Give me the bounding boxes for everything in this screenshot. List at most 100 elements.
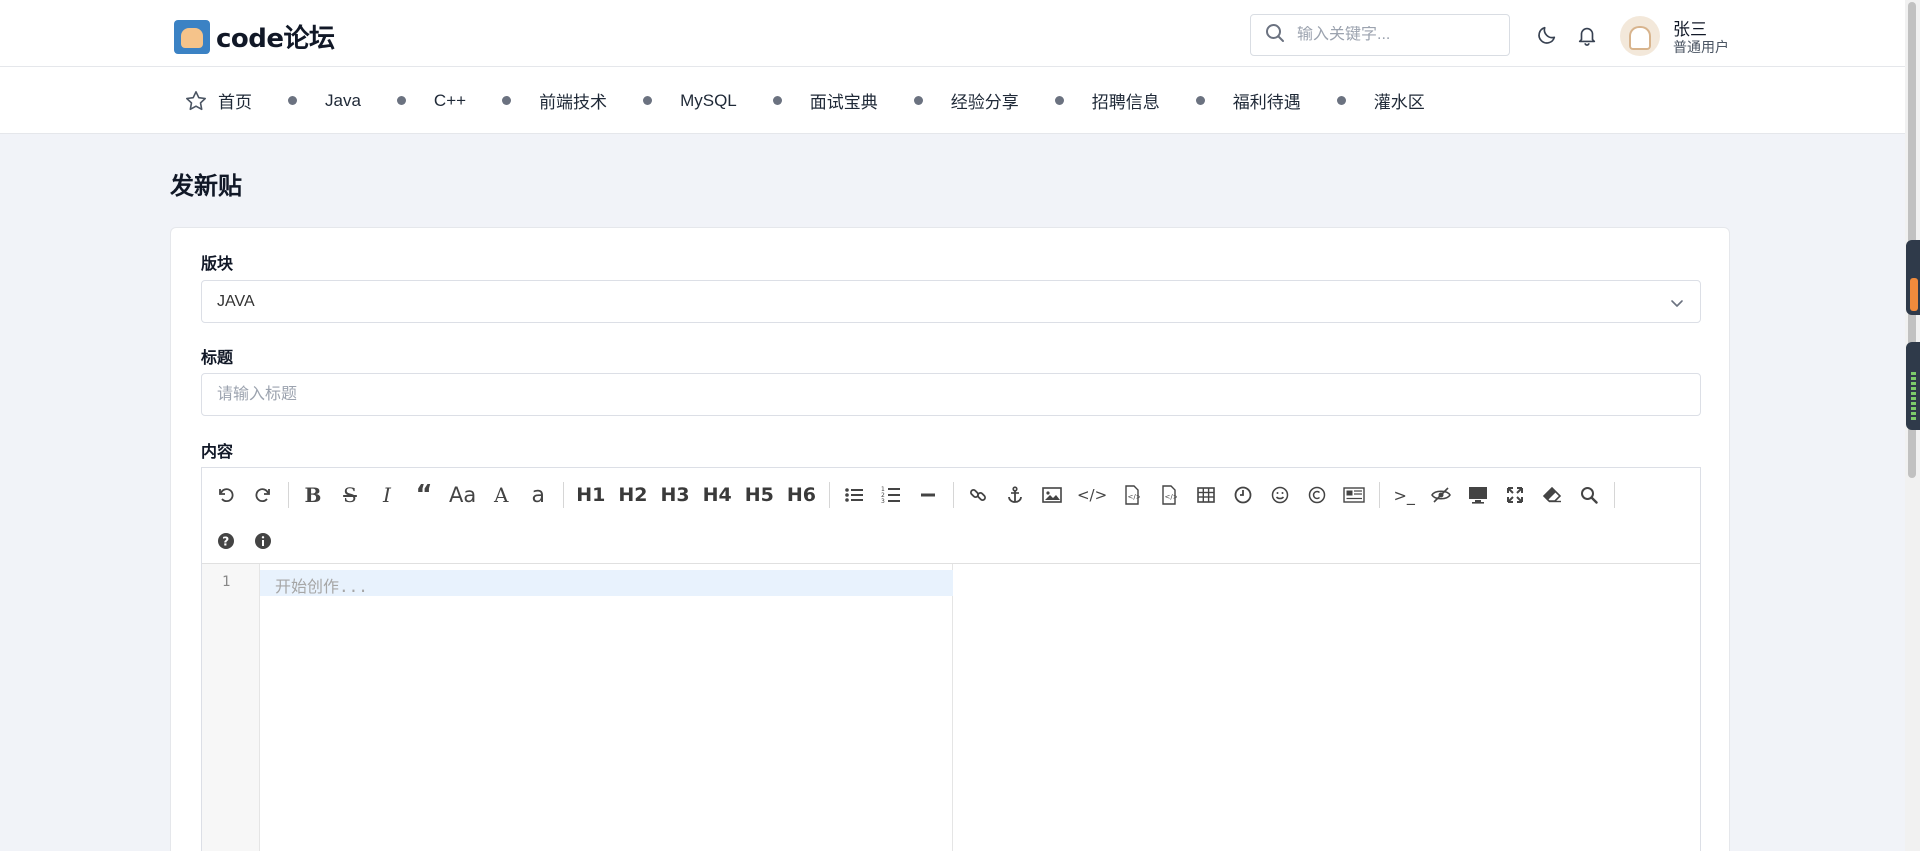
search-input[interactable] [1297,26,1497,44]
bullet-dot-icon [1336,96,1346,105]
editor-input-pane[interactable]: 开始创作... [260,564,953,851]
ordered-list-icon[interactable]: 123 [875,479,907,511]
pagebreak-icon[interactable] [1338,479,1370,511]
category-nav: 首页 Java C++ 前端技术 MySQL 面试宝典 经验分享 招聘信息 福利… [0,67,1905,134]
nav-item-benefits[interactable]: 福利待遇 [1195,88,1301,113]
toolbar-divider [828,482,830,508]
side-widget-meter[interactable] [1906,342,1920,430]
anchor-icon[interactable] [999,479,1031,511]
fullscreen-icon[interactable] [1499,479,1531,511]
toolbar-divider [952,482,954,508]
toolbar-divider [288,482,289,508]
bold-icon[interactable]: B [297,479,329,511]
redo-icon[interactable] [247,479,279,511]
bullet-dot-icon [643,96,653,105]
site-logo[interactable]: code论坛 [174,18,335,55]
line-number-gutter: 1 [202,564,260,851]
nav-item-home[interactable]: 首页 [184,88,252,113]
quote-icon[interactable]: “ [408,479,440,511]
emoji-icon[interactable] [1264,479,1296,511]
lowercase-icon[interactable]: a [522,479,554,511]
svg-text:</>: </> [1165,493,1178,501]
inline-code-icon[interactable]: </> [1073,479,1111,511]
editor-preview-pane [954,564,1700,851]
logo-text: code论坛 [216,24,335,54]
nav-item-label: 首页 [218,93,252,112]
markdown-editor: B S I “ Aa A a H1 H2 H3 H4 H5 H6 123 </>… [201,467,1701,851]
unordered-list-icon[interactable] [838,479,870,511]
uppercase-icon[interactable]: Aa [445,479,480,511]
board-select-value: JAVA [217,292,255,310]
search-icon[interactable] [1573,479,1605,511]
side-widget-panel[interactable] [1906,240,1920,315]
h1-button[interactable]: H1 [572,479,609,511]
title-label: 标题 [201,350,234,367]
nav-item-label: 招聘信息 [1091,93,1160,112]
nav-item-jobs[interactable]: 招聘信息 [1054,88,1160,113]
nav-item-mysql[interactable]: MySQL [643,91,737,111]
svg-text:3: 3 [881,498,885,505]
undo-icon[interactable] [210,479,242,511]
search-box[interactable] [1250,14,1510,56]
html-entities-icon[interactable] [1301,479,1333,511]
nav-item-frontend[interactable]: 前端技术 [502,88,607,113]
chevron-down-icon [1669,295,1685,316]
code-block-icon[interactable]: </> [1116,479,1148,511]
italic-icon[interactable]: I [371,479,403,511]
nav-item-java[interactable]: Java [288,91,361,111]
info-icon[interactable] [247,525,279,557]
h6-button[interactable]: H6 [783,479,820,511]
top-header: code论坛 张三 普通用户 [0,0,1905,67]
editor-placeholder: 开始创作... [275,577,368,596]
h2-button[interactable]: H2 [614,479,651,511]
bullet-dot-icon [913,96,923,105]
page-title: 发新贴 [170,173,242,200]
goto-line-icon[interactable]: >_ [1388,479,1420,511]
uppercase-first-icon[interactable]: A [485,479,517,511]
user-role: 普通用户 [1673,39,1729,55]
horizontal-rule-icon[interactable] [912,479,944,511]
bullet-dot-icon [288,96,297,105]
nav-item-label: Java [325,90,361,110]
content-label: 内容 [201,444,234,461]
nav-item-label: C++ [433,90,467,110]
nav-item-experience[interactable]: 经验分享 [913,88,1019,113]
bullet-dot-icon [1195,96,1205,105]
title-input[interactable] [201,373,1701,416]
nav-item-interview[interactable]: 面试宝典 [772,88,878,113]
board-label: 版块 [201,256,234,273]
nav-item-label: 面试宝典 [809,93,878,112]
h4-button[interactable]: H4 [699,479,736,511]
svg-text:?: ? [222,535,229,549]
h3-button[interactable]: H3 [656,479,693,511]
image-icon[interactable] [1036,479,1068,511]
nav-item-cpp[interactable]: C++ [396,90,467,111]
nav-item-label: 福利待遇 [1232,93,1301,112]
editor-toolbar: B S I “ Aa A a H1 H2 H3 H4 H5 H6 123 </>… [202,468,1700,564]
table-icon[interactable] [1190,479,1222,511]
bullet-dot-icon [1054,96,1064,105]
help-icon[interactable]: ? [210,525,242,557]
code-preformatted-icon[interactable]: </> [1153,479,1185,511]
search-icon [1265,23,1285,48]
dark-mode-moon-icon[interactable] [1534,22,1560,48]
bullet-dot-icon [502,96,512,105]
nav-item-label: 前端技术 [539,93,608,112]
avatar[interactable] [1620,16,1660,56]
toolbar-divider [563,482,565,508]
link-icon[interactable] [962,479,994,511]
watch-icon[interactable] [1425,479,1457,511]
bullet-dot-icon [772,96,782,105]
datetime-icon[interactable] [1227,479,1259,511]
svg-text:</>: </> [1128,493,1141,501]
h5-button[interactable]: H5 [741,479,778,511]
nav-item-label: 灌水区 [1373,93,1425,112]
preview-icon[interactable] [1462,479,1494,511]
board-select[interactable]: JAVA [201,280,1701,323]
line-number: 1 [222,574,231,590]
nav-item-chat[interactable]: 灌水区 [1336,88,1425,113]
clear-eraser-icon[interactable] [1536,479,1568,511]
notification-bell-icon[interactable] [1574,22,1600,48]
strikethrough-icon[interactable]: S [334,479,366,511]
logo-icon [174,19,210,54]
